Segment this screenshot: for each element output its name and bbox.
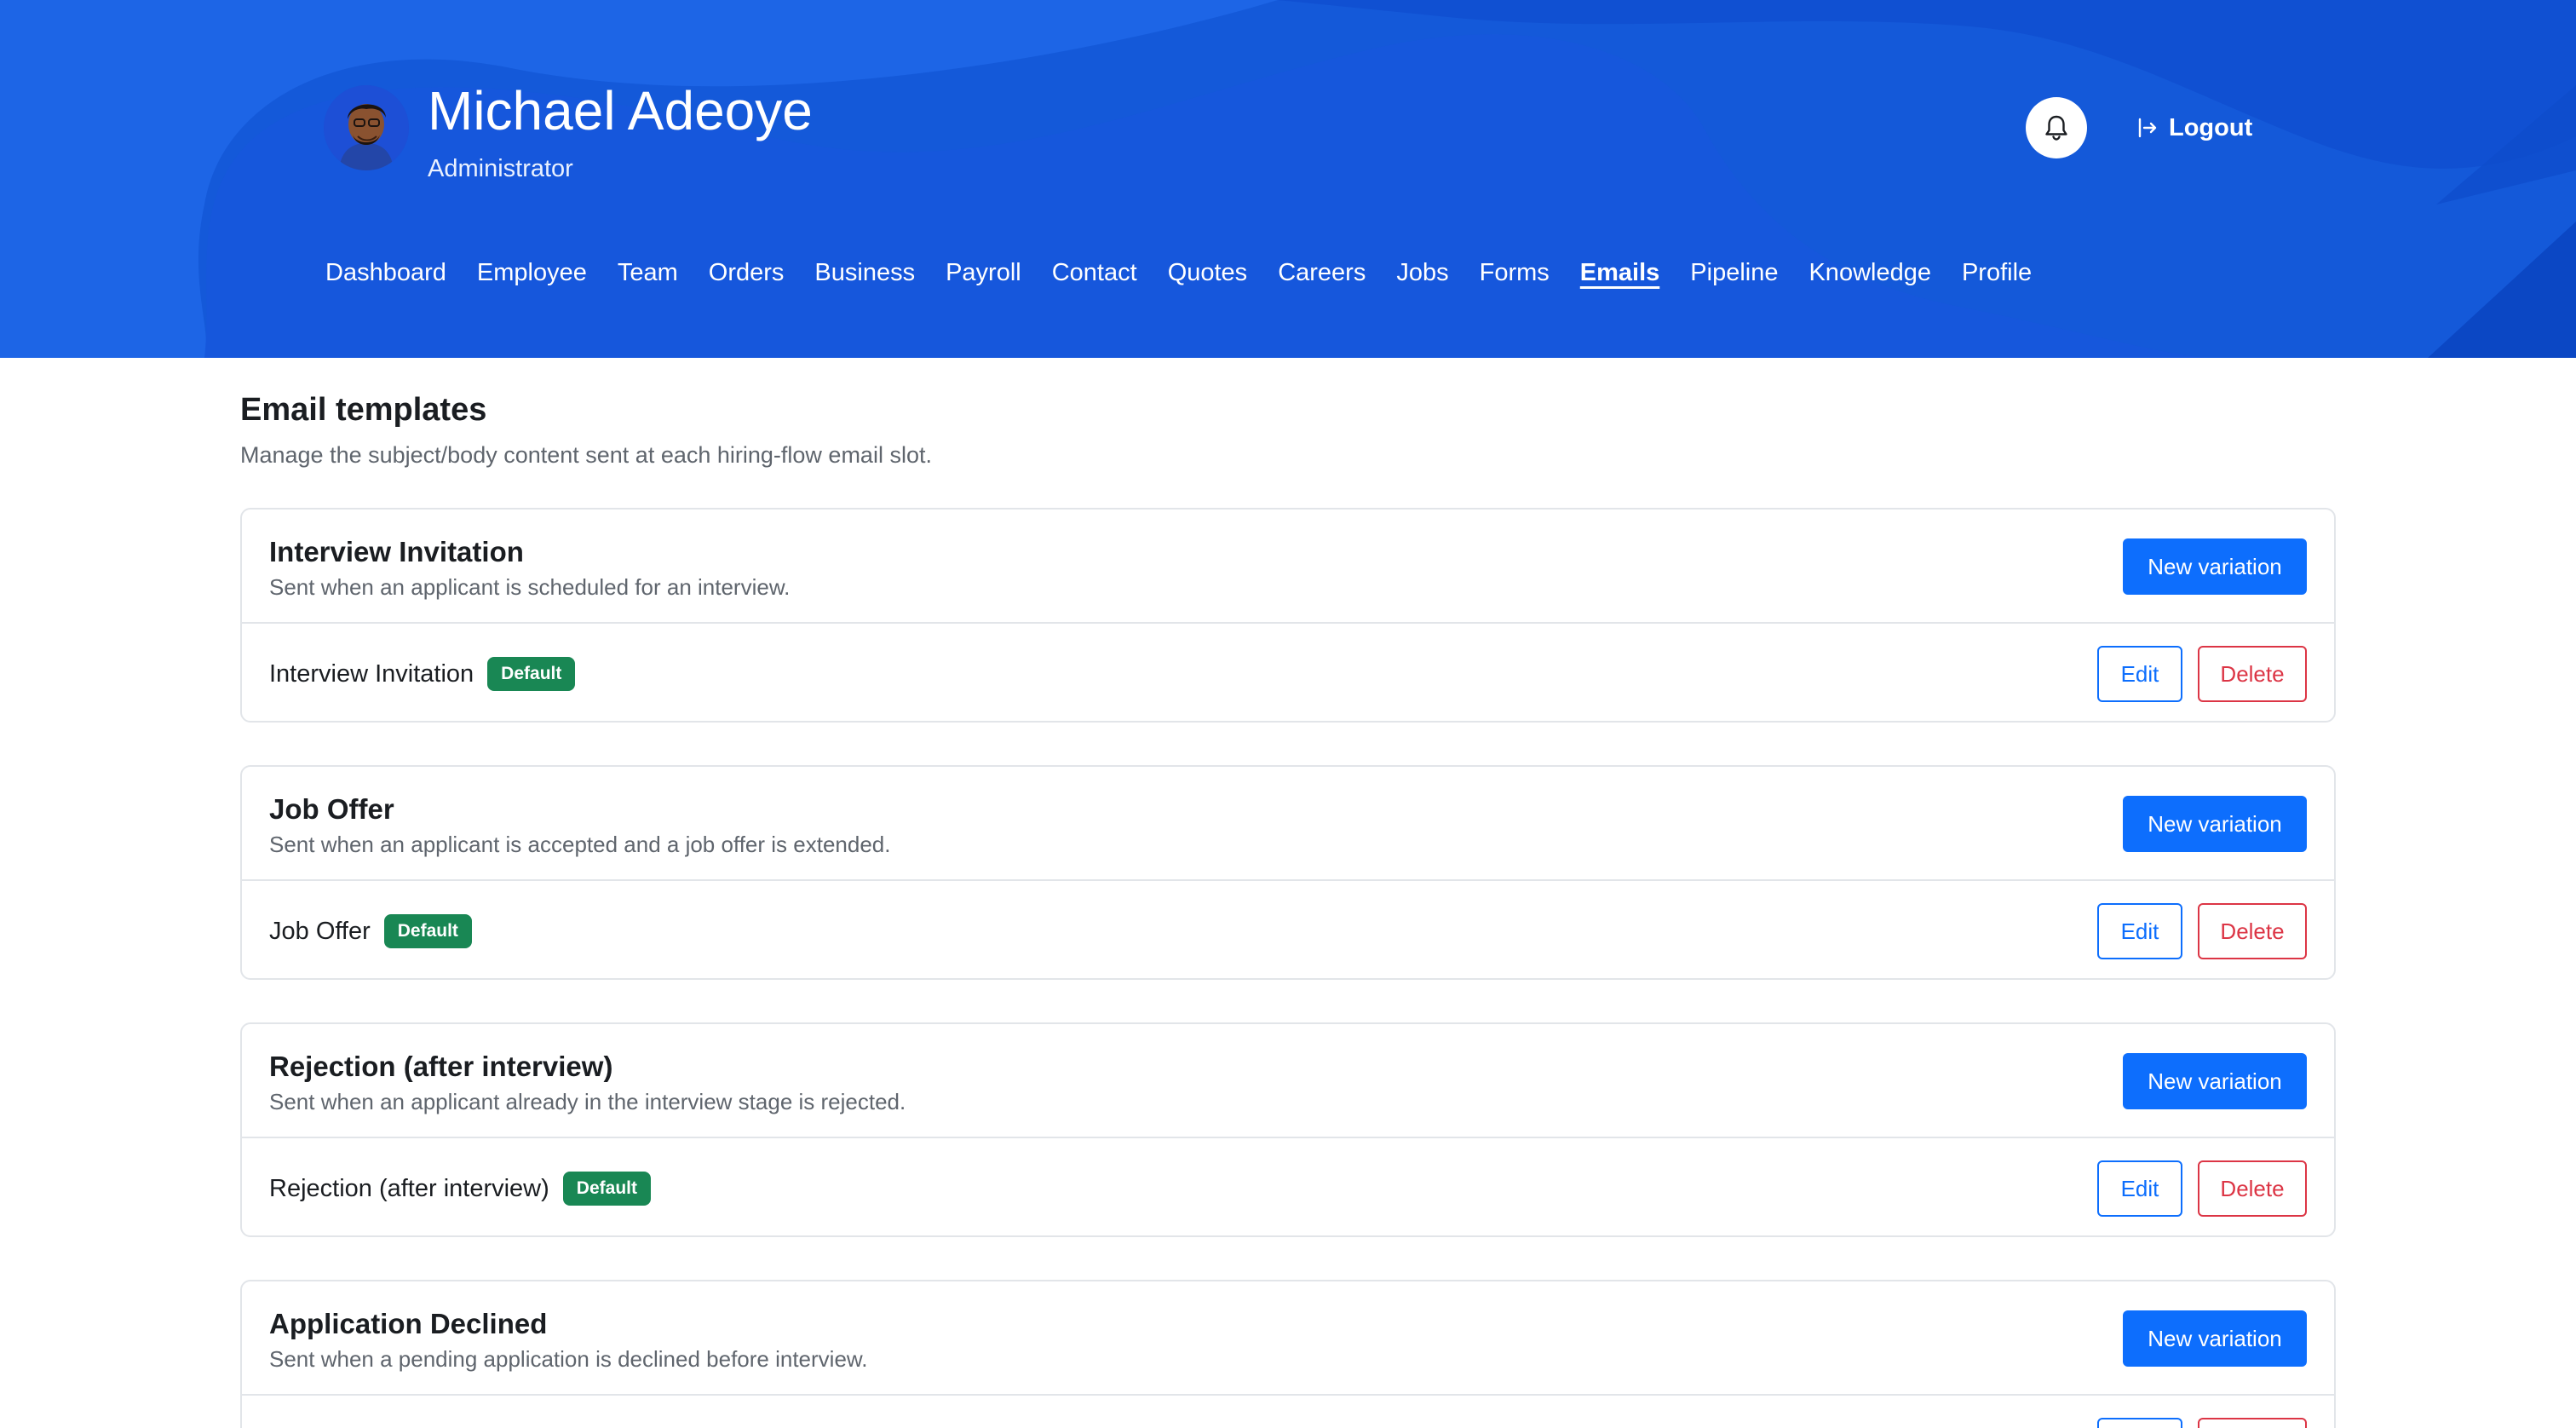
nav-item-contact[interactable]: Contact (1052, 256, 1137, 290)
delete-button[interactable]: Delete (2198, 903, 2307, 959)
default-badge: Default (487, 657, 576, 691)
header-banner: Michael Adeoye Administrator Logout Dash… (0, 0, 2576, 358)
edit-button[interactable] (2097, 1418, 2182, 1428)
card-title: Application Declined (269, 1308, 548, 1339)
card-description: Sent when an applicant is accepted and a… (269, 832, 891, 857)
variation-name: Job Offer (269, 917, 371, 945)
variation-label: Rejection (after interview) Default (269, 1140, 651, 1237)
edit-button[interactable]: Edit (2097, 646, 2182, 702)
avatar-illustration (324, 85, 409, 170)
variation-row (242, 1397, 2334, 1428)
nav-item-employee[interactable]: Employee (477, 256, 587, 290)
page-subtitle: Manage the subject/body content sent at … (240, 442, 932, 468)
delete-button[interactable]: Delete (2198, 646, 2307, 702)
variation-name: Rejection (after interview) (269, 1174, 549, 1202)
logout-label: Logout (2169, 113, 2253, 141)
new-variation-button[interactable]: New variation (2123, 1053, 2307, 1109)
variation-label: Job Offer Default (269, 883, 472, 980)
variation-row: Interview Invitation Default Edit Delete (242, 625, 2334, 723)
logout-icon (2138, 118, 2157, 138)
default-badge: Default (383, 914, 472, 948)
nav-item-payroll[interactable]: Payroll (946, 256, 1021, 290)
page-title: Email templates (240, 392, 487, 428)
template-card-rejection-after-interview: Rejection (after interview) Sent when an… (240, 1022, 2336, 1237)
header-background-shapes (0, 0, 2576, 358)
card-description: Sent when an applicant is scheduled for … (269, 574, 791, 600)
logout-button[interactable]: Logout (2136, 109, 2252, 147)
user-name: Michael Adeoye (428, 80, 813, 141)
edit-button[interactable]: Edit (2097, 903, 2182, 959)
main-nav: Dashboard Employee Team Orders Business … (325, 252, 2062, 293)
card-description: Sent when an applicant already in the in… (269, 1089, 906, 1114)
variation-row: Job Offer Default Edit Delete (242, 883, 2334, 980)
template-card-application-declined: Application Declined Sent when a pending… (240, 1280, 2336, 1428)
nav-item-emails[interactable]: Emails (1580, 256, 1660, 290)
card-header: Interview Invitation Sent when an applic… (242, 510, 2334, 624)
nav-item-quotes[interactable]: Quotes (1168, 256, 1248, 290)
user-role: Administrator (428, 155, 573, 182)
card-header: Application Declined Sent when a pending… (242, 1281, 2334, 1396)
variation-row: Rejection (after interview) Default Edit… (242, 1140, 2334, 1237)
card-header: Rejection (after interview) Sent when an… (242, 1024, 2334, 1138)
template-card-job-offer: Job Offer Sent when an applicant is acce… (240, 765, 2336, 980)
bell-icon (2045, 115, 2067, 141)
nav-item-profile[interactable]: Profile (1962, 256, 2032, 290)
variation-label: Interview Invitation Default (269, 625, 576, 723)
new-variation-button[interactable]: New variation (2123, 538, 2307, 595)
card-description: Sent when a pending application is decli… (269, 1346, 868, 1372)
nav-item-orders[interactable]: Orders (709, 256, 785, 290)
card-title: Rejection (after interview) (269, 1051, 613, 1082)
variation-name: Interview Invitation (269, 659, 474, 688)
new-variation-button[interactable]: New variation (2123, 796, 2307, 852)
nav-item-jobs[interactable]: Jobs (1396, 256, 1448, 290)
nav-item-business[interactable]: Business (814, 256, 915, 290)
delete-button[interactable] (2198, 1418, 2307, 1428)
notifications-button[interactable] (2026, 97, 2087, 158)
edit-button[interactable]: Edit (2097, 1160, 2182, 1217)
template-card-interview-invitation: Interview Invitation Sent when an applic… (240, 508, 2336, 723)
card-title: Job Offer (269, 793, 394, 825)
nav-item-forms[interactable]: Forms (1480, 256, 1550, 290)
nav-item-team[interactable]: Team (618, 256, 678, 290)
default-badge: Default (562, 1172, 651, 1206)
card-header: Job Offer Sent when an applicant is acce… (242, 767, 2334, 881)
nav-item-pipeline[interactable]: Pipeline (1690, 256, 1778, 290)
nav-item-dashboard[interactable]: Dashboard (325, 256, 446, 290)
avatar[interactable] (324, 85, 409, 170)
new-variation-button[interactable]: New variation (2123, 1310, 2307, 1367)
card-title: Interview Invitation (269, 536, 524, 567)
delete-button[interactable]: Delete (2198, 1160, 2307, 1217)
nav-item-knowledge[interactable]: Knowledge (1808, 256, 1931, 290)
nav-item-careers[interactable]: Careers (1278, 256, 1366, 290)
